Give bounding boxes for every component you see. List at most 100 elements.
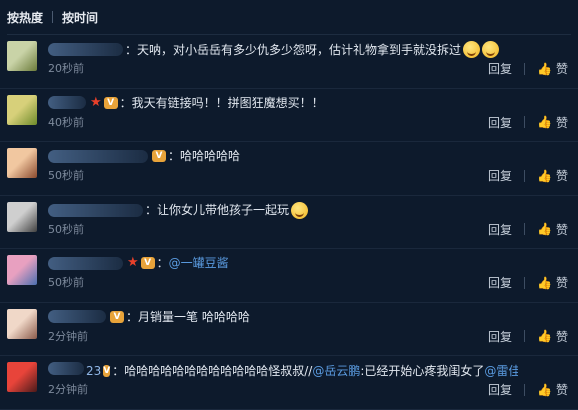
comment-time: 2分钟前	[48, 383, 88, 396]
comment-actions: 回复 👍 赞	[488, 60, 568, 77]
comment-text: 哈哈哈哈哈	[180, 149, 241, 163]
like-button[interactable]: 赞	[556, 60, 568, 77]
comment-actions: 回复 👍 赞	[488, 328, 568, 345]
sort-bar: 按热度 按时间	[0, 0, 578, 34]
crying-laughing-emoji-icon	[482, 41, 500, 58]
comment-item: ： 让你女儿带他孩子一起玩 50秒前 回复 👍 赞	[0, 196, 578, 249]
colon: ：	[125, 42, 138, 57]
mention-link[interactable]: @雷佳音	[484, 363, 518, 379]
reply-button[interactable]: 回复	[488, 60, 512, 77]
like-button[interactable]: 赞	[556, 114, 568, 131]
comment-text: 让你女儿带他孩子一起玩	[157, 203, 290, 217]
colon: ：	[156, 256, 169, 270]
comment-text: 哈哈哈哈哈哈哈哈哈哈哈哈怪叔叔//	[124, 363, 313, 378]
like-button[interactable]: 赞	[556, 167, 568, 184]
actions-divider	[524, 383, 526, 396]
comment-time: 2分钟前	[48, 329, 88, 343]
star-icon: ★	[127, 255, 139, 270]
vip-badge-icon: V	[103, 364, 111, 377]
comment-item: ★ V ： @一罐豆酱 50秒前 回复 👍 赞	[0, 249, 578, 303]
username-suffix[interactable]: 23	[86, 364, 101, 378]
comment-actions: 回复 👍 赞	[488, 167, 568, 184]
colon: ：	[112, 363, 125, 378]
comment-line: ★ V ： @一罐豆酱	[48, 255, 518, 271]
reply-button[interactable]: 回复	[488, 114, 512, 131]
colon: ：	[145, 203, 158, 217]
vip-badge-icon: V	[110, 310, 124, 323]
comment-line: ： 让你女儿带他孩子一起玩	[48, 201, 518, 219]
mention-link[interactable]: @岳云鹏	[312, 363, 360, 379]
comment-line: ★ V ： 我天有链接吗！！拼图狂魔想买！！	[48, 95, 518, 111]
reply-button[interactable]: 回复	[488, 274, 512, 291]
avatar[interactable]	[7, 362, 37, 392]
username-blurred[interactable]	[48, 310, 106, 323]
colon: ：	[168, 149, 181, 163]
like-button[interactable]: 赞	[556, 328, 568, 345]
avatar[interactable]	[7, 94, 37, 125]
thumbs-up-icon[interactable]: 👍	[537, 169, 552, 183]
comment-line: 23 V ： 哈哈哈哈哈哈哈哈哈哈哈哈怪叔叔// @岳云鹏 :已经开始心疼我闺女…	[48, 362, 518, 379]
mention-link[interactable]: @一罐豆酱	[169, 255, 229, 271]
actions-divider	[524, 169, 526, 182]
comment-item: V ： 哈哈哈哈哈 50秒前 回复 👍 赞	[0, 142, 578, 196]
avatar[interactable]	[7, 255, 37, 285]
vip-badge-icon: V	[103, 96, 118, 109]
reply-button[interactable]: 回复	[488, 328, 512, 345]
comment-actions: 回复 👍 赞	[488, 221, 568, 238]
avatar[interactable]	[7, 201, 37, 232]
comment-item: V ： 月销量一笔 哈哈哈哈 2分钟前 回复 👍 赞	[0, 303, 578, 356]
reply-button[interactable]: 回复	[488, 167, 512, 184]
sort-divider	[52, 11, 54, 23]
comment-time: 20秒前	[48, 62, 84, 75]
username-blurred[interactable]	[48, 203, 143, 217]
actions-divider	[524, 276, 526, 289]
thumbs-up-icon[interactable]: 👍	[537, 383, 552, 397]
like-button[interactable]: 赞	[556, 221, 568, 238]
comment-time: 40秒前	[48, 115, 84, 129]
vip-badge-icon: V	[152, 150, 166, 162]
comment-line: V ： 月销量一笔 哈哈哈哈	[48, 309, 518, 325]
star-icon: ★	[90, 94, 102, 110]
username-blurred[interactable]	[48, 256, 123, 270]
thumbs-up-icon[interactable]: 👍	[537, 329, 552, 343]
comment-time: 50秒前	[48, 169, 84, 182]
comment-text: 月销量一笔 哈哈哈哈	[138, 309, 250, 324]
thumbs-up-icon[interactable]: 👍	[537, 222, 552, 236]
thumbs-up-icon[interactable]: 👍	[537, 62, 552, 76]
sort-by-hot-tab[interactable]: 按热度	[7, 9, 43, 26]
comment-list: ： 天呐，对小岳岳有多少仇多少怨呀，估计礼物拿到手就没拆过 20秒前 回复 👍 …	[0, 35, 578, 410]
smile-emoji-icon	[291, 201, 309, 219]
sort-by-time-tab[interactable]: 按时间	[62, 9, 98, 26]
comment-item: 23 V ： 哈哈哈哈哈哈哈哈哈哈哈哈怪叔叔// @岳云鹏 :已经开始心疼我闺女…	[0, 356, 578, 410]
reply-button[interactable]: 回复	[488, 221, 512, 238]
username-blurred[interactable]	[48, 96, 86, 109]
laughing-emoji-icon	[463, 41, 481, 58]
comment-actions: 回复 👍 赞	[488, 274, 568, 291]
actions-divider	[524, 62, 526, 75]
comment-line: ： 天呐，对小岳岳有多少仇多少怨呀，估计礼物拿到手就没拆过	[48, 41, 518, 58]
thumbs-up-icon[interactable]: 👍	[537, 276, 552, 290]
comment-line: V ： 哈哈哈哈哈	[48, 148, 518, 164]
comment-time: 50秒前	[48, 276, 84, 289]
username[interactable]: 23	[48, 362, 101, 379]
like-button[interactable]: 赞	[556, 274, 568, 291]
thumbs-up-icon[interactable]: 👍	[537, 115, 552, 129]
username-blurred[interactable]	[48, 43, 123, 56]
comment-actions: 回复 👍 赞	[488, 381, 568, 398]
avatar[interactable]	[7, 41, 37, 71]
avatar[interactable]	[7, 308, 37, 339]
colon: ：	[126, 309, 139, 324]
like-button[interactable]: 赞	[556, 381, 568, 398]
reply-button[interactable]: 回复	[488, 381, 512, 398]
comment-time: 50秒前	[48, 222, 84, 236]
avatar[interactable]	[7, 148, 37, 178]
username-blurred[interactable]	[48, 149, 148, 163]
comment-text-continued: :已经开始心疼我闺女了	[360, 363, 485, 378]
comment-text: 我天有链接吗！！拼图狂魔想买！！	[131, 95, 324, 110]
comment-actions: 回复 👍 赞	[488, 114, 568, 131]
actions-divider	[524, 116, 526, 128]
actions-divider	[524, 223, 526, 235]
comment-text: 天呐，对小岳岳有多少仇多少怨呀，估计礼物拿到手就没拆过	[137, 42, 462, 57]
username-blurred[interactable]	[48, 362, 84, 375]
actions-divider	[524, 330, 526, 342]
